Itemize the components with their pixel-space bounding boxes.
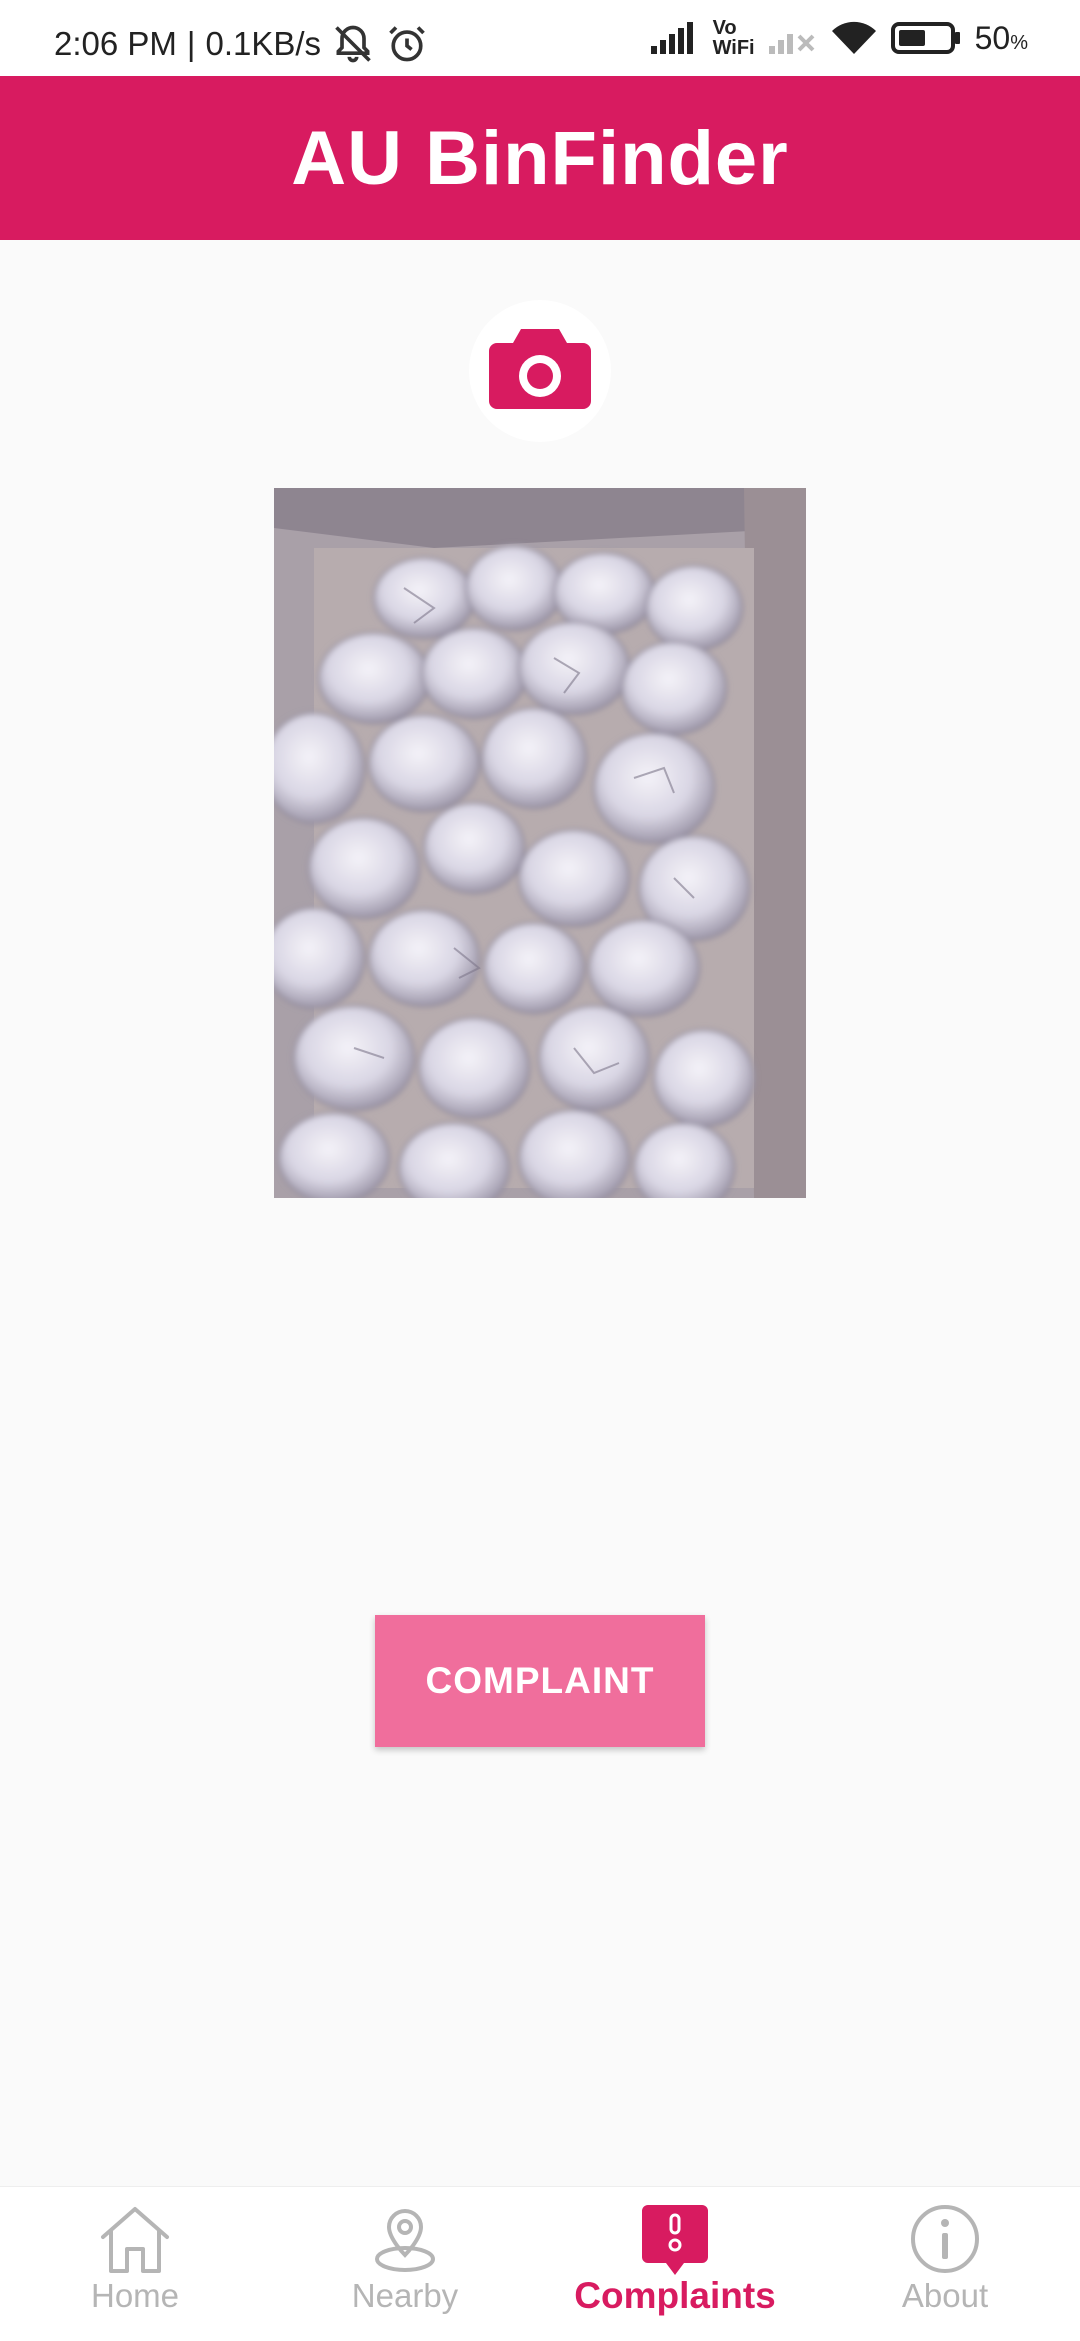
nav-label-nearby: Nearby — [351, 2277, 459, 2314]
status-separator: | — [186, 25, 196, 62]
battery-icon — [890, 20, 961, 56]
home-icon — [97, 2203, 173, 2280]
nav-label-home: Home — [90, 2277, 180, 2314]
camera-button[interactable] — [469, 300, 611, 442]
complaint-button[interactable]: COMPLAINT — [375, 1615, 705, 1747]
status-right: Vo WiFi 50% — [650, 18, 1028, 58]
vowifi-top: Vo — [712, 17, 737, 39]
signal-off-icon — [768, 22, 817, 54]
muted-bell-icon — [331, 22, 375, 66]
captured-photo — [274, 488, 806, 1198]
battery-value: 50 — [974, 19, 1011, 56]
nav-item-nearby[interactable]: Nearby — [270, 2187, 540, 2341]
vowifi-indicator: Vo WiFi — [713, 18, 755, 58]
status-bar: 2:06 PM | 0.1KB/s Vo WiFi 50% — [0, 0, 1080, 76]
nav-item-about[interactable]: About — [810, 2187, 1080, 2341]
camera-icon — [487, 325, 593, 418]
battery-unit: % — [1010, 31, 1028, 54]
info-icon — [909, 2203, 981, 2280]
alarm-clock-icon — [385, 22, 429, 66]
nav-item-home[interactable]: Home — [0, 2187, 270, 2341]
signal-strength-icon — [650, 22, 699, 54]
vowifi-bottom: WiFi — [712, 37, 755, 59]
status-time: 2:06 PM — [54, 25, 177, 62]
nav-label-about: About — [901, 2277, 989, 2314]
battery-percentage: 50% — [975, 20, 1028, 57]
status-network-speed: 0.1KB/s — [205, 25, 322, 62]
app-bar: AU BinFinder — [0, 76, 1080, 240]
status-left: 2:06 PM | 0.1KB/s — [54, 22, 429, 66]
nav-item-complaints[interactable]: Complaints — [540, 2187, 810, 2341]
bottom-navigation: Home Nearby Complaints About — [0, 2186, 1080, 2341]
wifi-icon — [831, 20, 877, 56]
complaint-bubble-icon — [640, 2203, 710, 2282]
app-title: AU BinFinder — [291, 115, 789, 201]
location-pin-icon — [369, 2203, 441, 2280]
nav-label-complaints: Complaints — [574, 2275, 776, 2316]
